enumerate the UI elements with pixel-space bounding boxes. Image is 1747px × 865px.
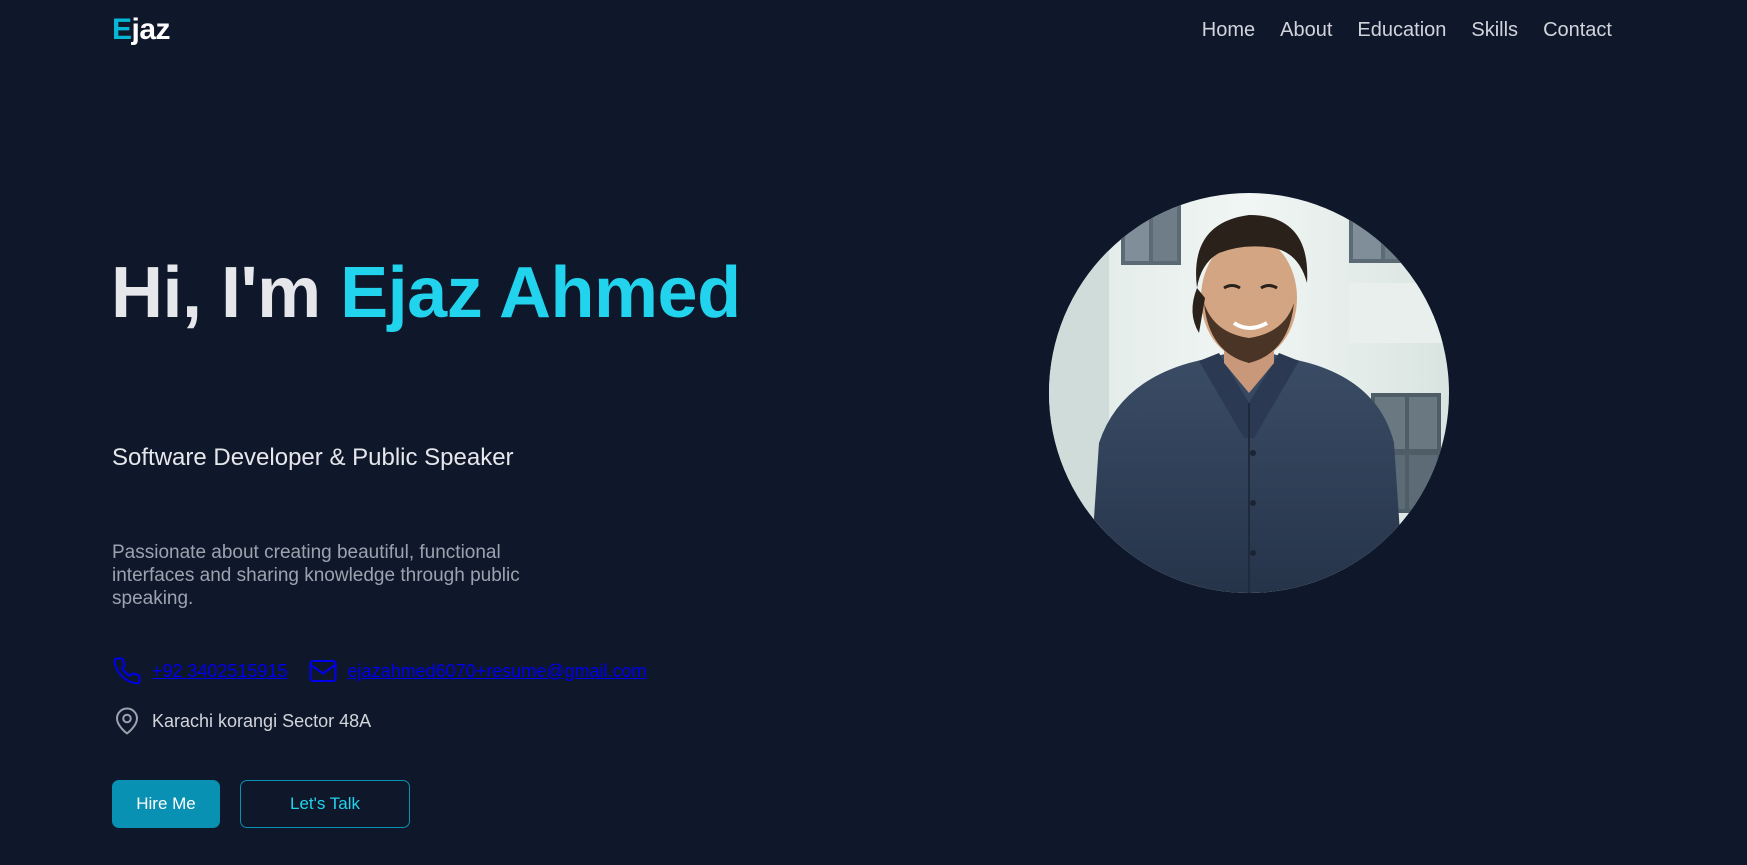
contact-row: +92 3402515915 ejazahmed6070+resume@gmai… <box>112 655 647 687</box>
nav-link-skills[interactable]: Skills <box>1471 18 1518 42</box>
logo-rest: jaz <box>131 13 171 46</box>
phone-contact: +92 3402515915 <box>112 656 288 686</box>
hero-description: Passionate about creating beautiful, fun… <box>112 542 520 609</box>
hero-name: Ejaz Ahmed <box>340 253 741 333</box>
logo-initial: E <box>112 13 132 46</box>
hero-buttons: Hire Me Let's Talk <box>112 780 410 828</box>
lets-talk-button[interactable]: Let's Talk <box>240 780 410 828</box>
email-contact: ejazahmed6070+resume@gmail.com <box>308 656 647 686</box>
location-row: Karachi korangi Sector 48A <box>112 705 371 737</box>
logo[interactable]: Ejaz <box>112 13 171 47</box>
nav-link-education[interactable]: Education <box>1357 18 1446 42</box>
phone-icon <box>112 656 142 686</box>
hero-title: Hi, I'm Ejaz Ahmed <box>111 252 741 334</box>
nav-link-contact[interactable]: Contact <box>1543 18 1612 42</box>
hire-me-button[interactable]: Hire Me <box>112 780 220 828</box>
phone-link[interactable]: +92 3402515915 <box>152 660 288 682</box>
hero-greeting: Hi, I'm <box>111 253 341 333</box>
mail-icon <box>308 656 338 686</box>
map-pin-icon <box>112 706 142 736</box>
nav-links: Home About Education Skills Contact <box>1202 18 1612 42</box>
nav-link-home[interactable]: Home <box>1202 18 1255 42</box>
page: Ejaz Home About Education Skills Contact… <box>0 0 1747 865</box>
nav-link-about[interactable]: About <box>1280 18 1332 42</box>
location-text: Karachi korangi Sector 48A <box>152 711 372 731</box>
profile-photo <box>1049 193 1449 593</box>
top-navigation: Ejaz Home About Education Skills Contact <box>0 0 1747 62</box>
email-link[interactable]: ejazahmed6070+resume@gmail.com <box>348 660 647 682</box>
hero-subtitle: Software Developer & Public Speaker <box>112 444 514 471</box>
